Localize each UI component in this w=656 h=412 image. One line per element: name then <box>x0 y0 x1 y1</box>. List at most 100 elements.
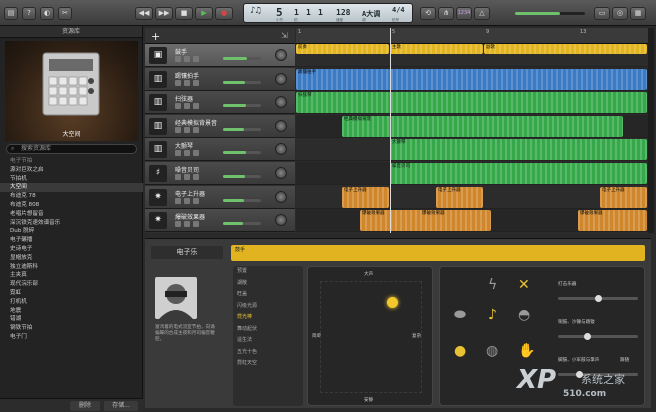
xy-pad[interactable]: 大声 安静 简单 复杂 <box>307 266 433 406</box>
mute-button[interactable] <box>175 150 181 157</box>
track-volume-slider[interactable] <box>223 80 261 84</box>
solo-button[interactable] <box>184 197 190 204</box>
notepad-icon[interactable]: ▭ <box>594 7 610 20</box>
track-region[interactable]: 噪音贝司 <box>390 163 647 184</box>
track-volume-slider[interactable] <box>223 198 261 202</box>
track-region[interactable]: 经典模拟背景 <box>342 115 623 137</box>
mute-button[interactable] <box>175 56 181 62</box>
track-header[interactable]: ▣ 鼓手 <box>145 44 295 67</box>
track-header[interactable]: ▥ 经典模拟背景音 <box>145 114 295 138</box>
library-search-input[interactable]: ⌕ 搜索资源库 <box>6 144 137 154</box>
help-icon[interactable]: ? <box>22 7 36 20</box>
record-enable-button[interactable] <box>193 56 199 62</box>
track-pan-knob[interactable] <box>275 143 287 156</box>
preset-item[interactable]: 五光十色 <box>233 347 303 359</box>
library-item[interactable]: Dub 脱碎 <box>0 227 143 236</box>
solo-button[interactable] <box>184 103 190 110</box>
arrangement-area[interactable]: 1591317 前奏主歌副歌踢镶拍手扫弦琴经典模拟背景大颤琴噪音贝司电子上升器电… <box>296 28 648 233</box>
metronome-icon[interactable]: △ <box>474 7 490 20</box>
library-item[interactable]: 错湖 <box>0 315 143 324</box>
lcd-display[interactable]: ♪♫ 5 1 1 1 128 A大调 4/4 小节 拍 速度 调 拍号 <box>243 3 413 23</box>
hand-clap-icon[interactable]: ✋ <box>518 343 535 359</box>
media-browser-icon[interactable]: ▦ <box>630 7 646 20</box>
play-icon[interactable]: ▶ <box>195 7 213 20</box>
record-enable-button[interactable] <box>193 174 199 180</box>
drummer-region-bar[interactable]: 鼓手 <box>231 245 645 261</box>
library-item[interactable]: 布迪克 78 <box>0 192 143 201</box>
track-pan-knob[interactable] <box>275 167 287 179</box>
add-track-button[interactable]: + <box>151 30 160 43</box>
timeline-ruler[interactable]: 1591317 <box>296 28 648 44</box>
solo-button[interactable] <box>184 174 190 180</box>
count-in-button[interactable]: 1234 <box>456 7 472 20</box>
library-item[interactable]: 现代浣乐部 <box>0 280 143 289</box>
library-item[interactable]: 电子门 <box>0 333 143 342</box>
mute-button[interactable] <box>175 174 181 180</box>
preset-item[interactable]: 湖散 <box>233 278 303 290</box>
record-enable-button[interactable] <box>193 150 199 157</box>
snare-icon[interactable]: ◍ <box>486 343 498 359</box>
track-header[interactable]: ▥ 踢镶拍手 <box>145 67 295 91</box>
cymbal-icon[interactable]: ◓ <box>518 307 530 323</box>
loop-browser-icon[interactable]: ◎ <box>612 7 628 20</box>
track-region[interactable]: 踢镶拍手 <box>296 68 647 90</box>
record-enable-button[interactable] <box>193 79 199 86</box>
track-region[interactable]: 主歌 <box>390 44 483 54</box>
record-icon[interactable]: ● <box>215 7 233 20</box>
solo-button[interactable] <box>184 56 190 62</box>
hihat-icon[interactable]: ⬬ <box>454 307 466 323</box>
track-header[interactable]: ▥ 扫弦器 <box>145 91 295 115</box>
shaker-icon[interactable]: ✕ <box>518 277 530 293</box>
library-item[interactable]: 显帽放克 <box>0 254 143 263</box>
preset-item[interactable]: 闪级光源 <box>233 301 303 313</box>
follow-label[interactable]: 跟随 <box>620 357 629 363</box>
track-pan-knob[interactable] <box>275 96 287 109</box>
track-header[interactable]: ♯ 噪音贝司 <box>145 162 295 185</box>
track-header[interactable]: ✷ 爆破效果器 <box>145 209 295 233</box>
library-item[interactable]: 节拍机 <box>0 175 143 184</box>
track-region[interactable]: 副歌 <box>484 44 647 54</box>
arrange-scrollbar[interactable] <box>648 28 654 233</box>
track-volume-slider[interactable] <box>223 57 261 60</box>
mute-button[interactable] <box>175 221 181 228</box>
stop-icon[interactable]: ■ <box>175 7 193 20</box>
percussion-slider[interactable] <box>558 295 638 302</box>
kick-icon[interactable]: ● <box>454 343 466 359</box>
library-item[interactable]: 老唱片想留音 <box>0 210 143 219</box>
track-header[interactable]: ✷ 电子上升器 <box>145 185 295 209</box>
track-pan-knob[interactable] <box>275 214 287 227</box>
library-item[interactable]: 源对巨欢之启 <box>0 166 143 175</box>
maracas-icon[interactable]: ♪ <box>488 307 497 323</box>
record-enable-button[interactable] <box>193 126 199 133</box>
delete-button[interactable]: 删除 <box>70 401 100 411</box>
rewind-icon[interactable]: ◀◀ <box>135 7 153 20</box>
save-button[interactable]: 存储... <box>104 401 138 411</box>
track-region[interactable]: 爆破效果器 <box>578 210 647 232</box>
solo-button[interactable] <box>184 150 190 157</box>
library-item[interactable]: 深沉铁克速效谱音乐 <box>0 219 143 228</box>
mute-button[interactable] <box>175 79 181 86</box>
library-item[interactable]: 打机机 <box>0 298 143 307</box>
library-icon[interactable]: ▤ <box>4 7 18 20</box>
preset-item[interactable]: 舞动起伏 <box>233 324 303 336</box>
record-enable-button[interactable] <box>193 103 199 110</box>
mute-button[interactable] <box>175 126 181 133</box>
preset-item[interactable]: 霓光棒 <box>233 312 303 324</box>
track-pan-knob[interactable] <box>275 119 287 132</box>
track-header[interactable]: ▥ 大颤琴 <box>145 138 295 162</box>
solo-button[interactable] <box>184 126 190 133</box>
track-region[interactable]: 大颤琴 <box>390 139 647 161</box>
hats-slider[interactable] <box>558 333 638 340</box>
preset-item[interactable]: 旺盖 <box>233 289 303 301</box>
preset-item[interactable]: 预置 <box>233 266 303 278</box>
track-volume-slider[interactable] <box>223 222 261 226</box>
track-region[interactable]: 电子上升器 <box>600 186 647 208</box>
smart-controls-icon[interactable]: ◐ <box>40 7 54 20</box>
record-enable-button[interactable] <box>193 197 199 204</box>
editors-icon[interactable]: ✂ <box>58 7 72 20</box>
library-item[interactable]: 钢铁节拍 <box>0 324 143 333</box>
library-item[interactable]: 独立迪斯科 <box>0 263 143 272</box>
smart-filter-icon[interactable]: ⇲ <box>281 31 288 40</box>
track-volume-slider[interactable] <box>223 175 261 178</box>
library-item[interactable]: 布迪克 808 <box>0 201 143 210</box>
